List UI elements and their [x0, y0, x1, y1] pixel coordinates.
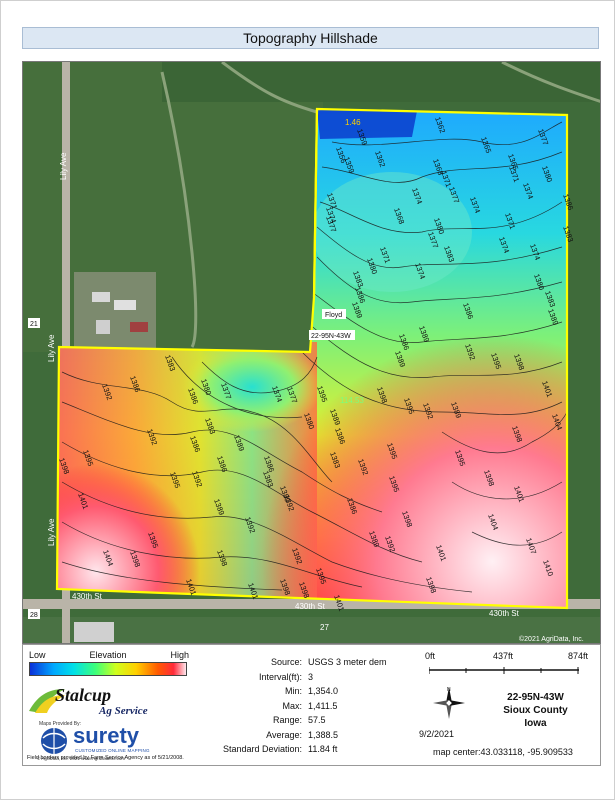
farm-building: [130, 322, 148, 332]
map-date: 9/2/2021: [419, 729, 455, 739]
elevation-color-ramp: [29, 662, 187, 676]
stat-key: Range:: [272, 715, 302, 726]
stat-key: Source:: [270, 657, 302, 668]
map-center-coordinates: map center:43.033118, -95.909533: [433, 747, 573, 757]
elevation-ramp-labels: Low Elevation High: [29, 650, 189, 662]
ramp-low-label: Low: [29, 650, 46, 660]
logo-stalcup-text: Stalcup: [55, 685, 112, 705]
logo-ag-service-text: Ag Service: [99, 705, 148, 717]
page-title: Topography Hillshade: [22, 27, 599, 49]
scale-tick-2: 874ft: [568, 651, 589, 661]
legend-panel: Low Elevation High Stalcup Ag Service Ma…: [22, 644, 601, 766]
stat-row: Average: 1,388.5: [198, 728, 388, 743]
stat-key: Interval(ft):: [258, 671, 302, 682]
map-statistics: Source: USGS 3 meter dem Interval(ft): 3 Min…: [198, 655, 388, 757]
footer-note: Field borders provided by Farm Service A…: [27, 755, 184, 761]
stat-key: Average:: [266, 729, 302, 740]
scale-tick-1: 437ft: [493, 651, 514, 661]
stat-value: 1,354.0: [308, 686, 339, 697]
map-view[interactable]: 1362 1359 1365 1377 1356 1359 1362 1365 1368 1371…: [22, 61, 601, 644]
stat-value: 3: [308, 671, 314, 682]
road-label-430th-st: 430th St: [72, 592, 103, 601]
location-info: 22-95N-43W Sioux County Iowa: [473, 691, 598, 730]
farm-building-south: [74, 622, 114, 642]
svg-text:N: N: [447, 687, 451, 693]
logo-surety-text: surety: [73, 723, 140, 748]
road-label-430th-st: 430th St: [295, 602, 326, 611]
road-label-lily-ave: Lily Ave: [47, 334, 56, 362]
stat-key: Min:: [284, 686, 302, 697]
surety-globe-icon: [41, 728, 67, 754]
location-section: 22-95N-43W: [507, 692, 564, 703]
place-label-floyd: Floyd: [325, 312, 342, 319]
report-page: Topography Hillshade 1362 1359 1365 1377…: [0, 0, 615, 800]
north-arrow-icon: N: [433, 687, 465, 719]
scale-bar-graphic: [429, 667, 579, 674]
elevation-point: 114.53: [340, 396, 364, 405]
stat-row: Source: USGS 3 meter dem: [198, 655, 388, 670]
route-label-21: 21: [30, 321, 38, 328]
stat-row: Standard Deviation: 11.84 ft: [198, 742, 388, 757]
road-label-lily-ave: Lily Ave: [59, 152, 68, 180]
stat-value: 1,411.5: [308, 700, 338, 711]
stat-value: USGS 3 meter dem: [308, 657, 387, 668]
ramp-high-label: High: [170, 650, 189, 660]
stat-key: Max:: [282, 700, 302, 711]
stat-row: Range: 57.5: [198, 713, 388, 728]
scale-tick-0: 0ft: [425, 651, 436, 661]
stat-key: Standard Deviation:: [222, 744, 302, 755]
road-label-430th-st: 430th St: [489, 609, 520, 618]
stat-value: 11.84 ft: [308, 744, 338, 755]
stat-value: 1,388.5: [308, 729, 339, 740]
farm-building: [92, 292, 110, 302]
logo-tagline: CUSTOMIZED ONLINE MAPPING: [75, 748, 150, 753]
route-label-27: 27: [320, 623, 329, 632]
map-copyright: ©2021 AgriData, Inc.: [519, 635, 584, 643]
ramp-title: Elevation: [89, 650, 127, 660]
location-county: Sioux County: [503, 705, 568, 716]
place-label-section: 22-95N-43W: [311, 333, 351, 340]
farm-building: [96, 320, 110, 334]
stat-value: 57.5: [308, 715, 326, 726]
elevation-low-point: 1.46: [345, 118, 361, 127]
route-label-28: 28: [30, 612, 38, 619]
location-state: Iowa: [524, 718, 547, 729]
stat-row: Interval(ft): 3: [198, 670, 388, 685]
topography-map[interactable]: 13621359 1365 137713561359 1362 136513681371…: [23, 62, 601, 644]
scale-bar: 0ft 437ft 874ft: [413, 649, 593, 679]
company-logo: Stalcup Ag Service Maps Provided By: sur…: [27, 683, 192, 765]
farm-building: [114, 300, 136, 310]
stat-row: Min: 1,354.0: [198, 684, 388, 699]
road-label-lily-ave: Lily Ave: [47, 518, 56, 546]
stat-row: Max: 1,411.5: [198, 699, 388, 714]
